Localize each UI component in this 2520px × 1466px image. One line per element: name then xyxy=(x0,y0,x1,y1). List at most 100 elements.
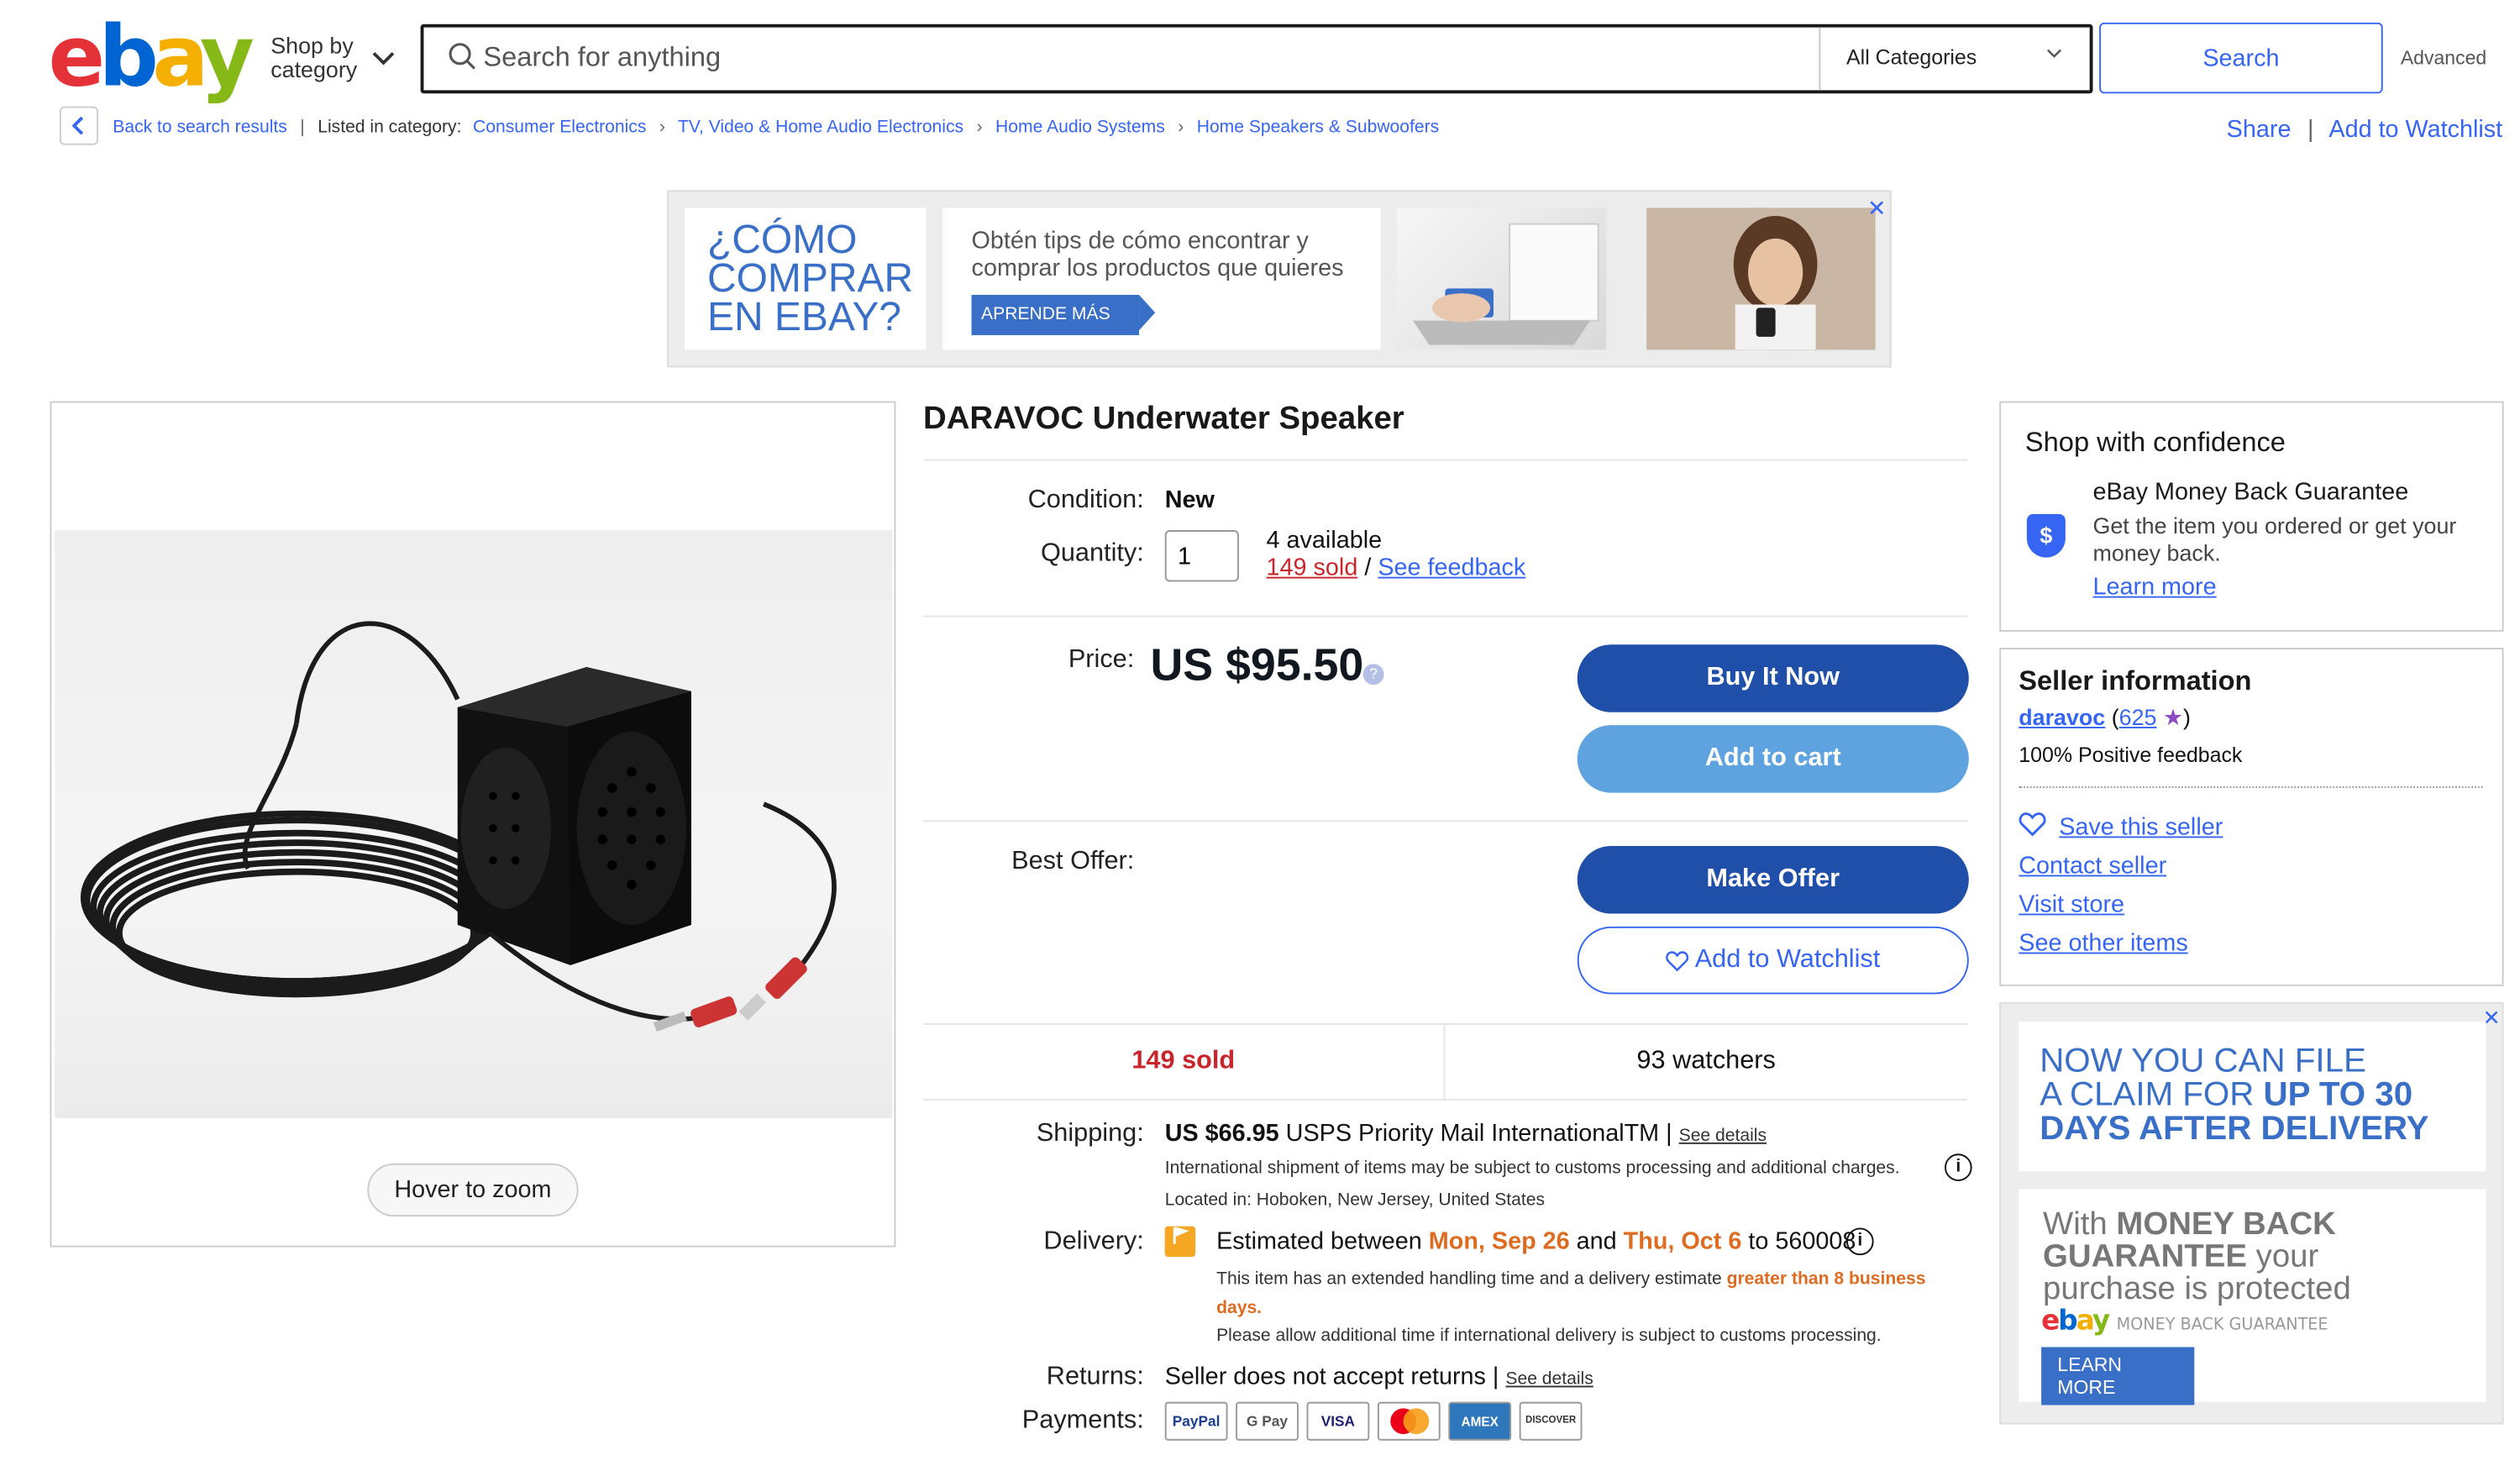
shipping-label: Shipping: xyxy=(1036,1120,1144,1148)
add-to-watchlist-link[interactable]: Add to Watchlist xyxy=(2328,116,2502,144)
amex-icon: AMEX xyxy=(1448,1401,1512,1441)
ad-banner[interactable]: ¿CÓMO COMPRAR EN EBAY? Obtén tips de cóm… xyxy=(667,190,1892,368)
ad-guarantee-line1: With MONEY BACK xyxy=(2043,1206,2336,1243)
guarantee-text: Get the item you ordered or get your mon… xyxy=(2092,512,2457,566)
paypal-icon: PayPal xyxy=(1164,1401,1228,1441)
sold-link[interactable]: 149 sold xyxy=(1267,554,1358,582)
mastercard-icon xyxy=(1377,1401,1441,1441)
add-to-watchlist-button[interactable]: Add to Watchlist xyxy=(1577,926,1969,995)
price-info-icon[interactable]: ? xyxy=(1362,664,1384,686)
delivery-note-text: This item has an extended handling time … xyxy=(1216,1269,1727,1290)
shop-by-category-button[interactable]: Shop by category xyxy=(270,33,367,82)
logo-letter-b: b xyxy=(98,9,159,107)
heart-icon xyxy=(1666,950,1689,971)
breadcrumb-item[interactable]: Consumer Electronics xyxy=(473,118,646,137)
ebay-mini-logo: ebay MONEY BACK GUARANTEE xyxy=(2041,1305,2328,1337)
make-offer-button[interactable]: Make Offer xyxy=(1577,845,1969,914)
item-title: DARAVOC Underwater Speaker xyxy=(923,401,1404,437)
back-arrow-icon[interactable] xyxy=(59,106,98,145)
seller-name-line: daravoc (625 ★) xyxy=(2019,704,2191,732)
quantity-input[interactable] xyxy=(1164,530,1239,582)
shipping-see-details-link[interactable]: See details xyxy=(1679,1127,1767,1146)
confidence-title: Shop with confidence xyxy=(2024,427,2286,458)
watchers-stat: 93 watchers xyxy=(1636,1047,1776,1075)
price-label: Price: xyxy=(1068,646,1135,674)
quantity-label: Quantity: xyxy=(1040,539,1144,568)
search-input[interactable] xyxy=(483,27,1805,89)
advanced-search-link[interactable]: Advanced xyxy=(2401,47,2486,70)
close-icon[interactable]: ✕ xyxy=(1867,195,1887,223)
ad-claim-line2: A CLAIM FOR UP TO 30 xyxy=(2040,1076,2413,1114)
condition-label: Condition: xyxy=(1027,486,1144,514)
returns-label: Returns: xyxy=(1046,1363,1144,1391)
ad-brand-text: MONEY BACK GUARANTEE xyxy=(2116,1316,2328,1335)
category-select[interactable]: All Categories xyxy=(1846,45,1977,70)
ebay-logo[interactable]: ebay xyxy=(49,16,255,100)
divider xyxy=(923,615,1967,617)
breadcrumb-item[interactable]: Home Speakers & Subwoofers xyxy=(1197,118,1440,137)
google-pay-icon: G Pay xyxy=(1236,1401,1299,1441)
flag-icon xyxy=(1164,1226,1196,1258)
learn-more-link[interactable]: Learn more xyxy=(2092,574,2216,602)
ad-headline: ¿CÓMO COMPRAR EN EBAY? xyxy=(685,208,927,350)
see-other-items-link[interactable]: See other items xyxy=(2019,930,2188,958)
breadcrumb: Back to search results | Listed in categ… xyxy=(113,118,1439,137)
back-to-search-link[interactable]: Back to search results xyxy=(113,118,287,137)
search-button[interactable]: Search xyxy=(2099,22,2383,94)
contact-seller-link[interactable]: Contact seller xyxy=(2019,853,2166,880)
shield-dollar-icon: $ xyxy=(2026,513,2066,558)
logo-letter-a: a xyxy=(152,9,206,107)
listed-in-label: Listed in category: xyxy=(318,118,462,138)
chevron-down-icon[interactable] xyxy=(372,45,395,71)
divider: | xyxy=(300,118,305,138)
ad-tips-text: Obtén tips de cómo encontrar y comprar l… xyxy=(971,227,1344,282)
ad-learn-more-button[interactable]: LEARN MORE xyxy=(2041,1347,2195,1406)
delivery-customs-note: Please allow additional time if internat… xyxy=(1216,1326,1882,1346)
best-offer-label: Best Offer: xyxy=(1011,847,1135,875)
seller-score-link[interactable]: 625 xyxy=(2119,704,2157,730)
info-icon[interactable]: i xyxy=(1945,1153,1972,1181)
product-image[interactable] xyxy=(55,530,893,1119)
delivery-and-text: and xyxy=(1569,1227,1624,1256)
breadcrumb-item[interactable]: TV, Video & Home Audio Electronics xyxy=(678,118,963,137)
info-icon[interactable]: i xyxy=(1846,1227,1874,1256)
breadcrumb-item[interactable]: Home Audio Systems xyxy=(995,118,1165,137)
chevron-right-icon: › xyxy=(659,118,665,138)
delivery-start-date: Mon, Sep 26 xyxy=(1428,1227,1570,1256)
seller-name-link[interactable]: daravoc xyxy=(2019,704,2105,730)
add-to-cart-button[interactable]: Add to cart xyxy=(1577,725,1969,793)
discover-icon: DISCOVER xyxy=(1519,1401,1583,1441)
heart-icon xyxy=(2019,812,2046,844)
see-feedback-link[interactable]: See feedback xyxy=(1378,554,1525,582)
condition-value: New xyxy=(1164,486,1215,514)
ad-claim-panel: NOW YOU CAN FILE A CLAIM FOR UP TO 30 DA… xyxy=(2019,1022,2486,1172)
search-icon xyxy=(448,42,477,71)
returns-line: Seller does not accept returns | See det… xyxy=(1165,1364,1593,1391)
located-in: Located in: Hoboken, New Jersey, United … xyxy=(1164,1190,1546,1211)
available-count: 4 available xyxy=(1266,527,1383,554)
save-seller-link[interactable]: Save this seller xyxy=(2059,814,2223,842)
shipping-note: International shipment of items may be s… xyxy=(1164,1159,1900,1179)
star-icon: ★ xyxy=(2162,704,2184,730)
delivery-end-date: Thu, Oct 6 xyxy=(1623,1227,1742,1256)
visit-store-link[interactable]: Visit store xyxy=(2019,891,2124,919)
ad-claim-line3: DAYS AFTER DELIVERY xyxy=(2040,1110,2429,1148)
logo-letter-y: y xyxy=(199,9,255,107)
share-link[interactable]: Share xyxy=(2227,116,2292,144)
buy-it-now-button[interactable]: Buy It Now xyxy=(1577,644,1969,712)
delivery-estimate: Estimated between Mon, Sep 26 and Thu, O… xyxy=(1216,1228,1856,1256)
sold-stat: 149 sold xyxy=(1131,1047,1236,1075)
delivery-label: Delivery: xyxy=(1043,1227,1144,1256)
divider: | xyxy=(2307,116,2314,144)
slash: / xyxy=(1364,554,1378,582)
returns-see-details-link[interactable]: See details xyxy=(1505,1369,1593,1389)
visa-icon: VISA xyxy=(1306,1401,1370,1441)
price-value: US $95.50 xyxy=(1150,639,1364,690)
sold-feedback: 149 sold / See feedback xyxy=(1267,554,1526,582)
chevron-right-icon: › xyxy=(1178,118,1184,138)
logo-letter-e: e xyxy=(48,9,106,107)
ad-learn-more-button[interactable]: APRENDE MÁS xyxy=(971,294,1156,335)
chevron-right-icon: › xyxy=(976,118,983,138)
delivery-estimated-text: Estimated between xyxy=(1216,1227,1429,1256)
shipping-line: US $66.95 USPS Priority Mail Internation… xyxy=(1165,1120,1767,1148)
